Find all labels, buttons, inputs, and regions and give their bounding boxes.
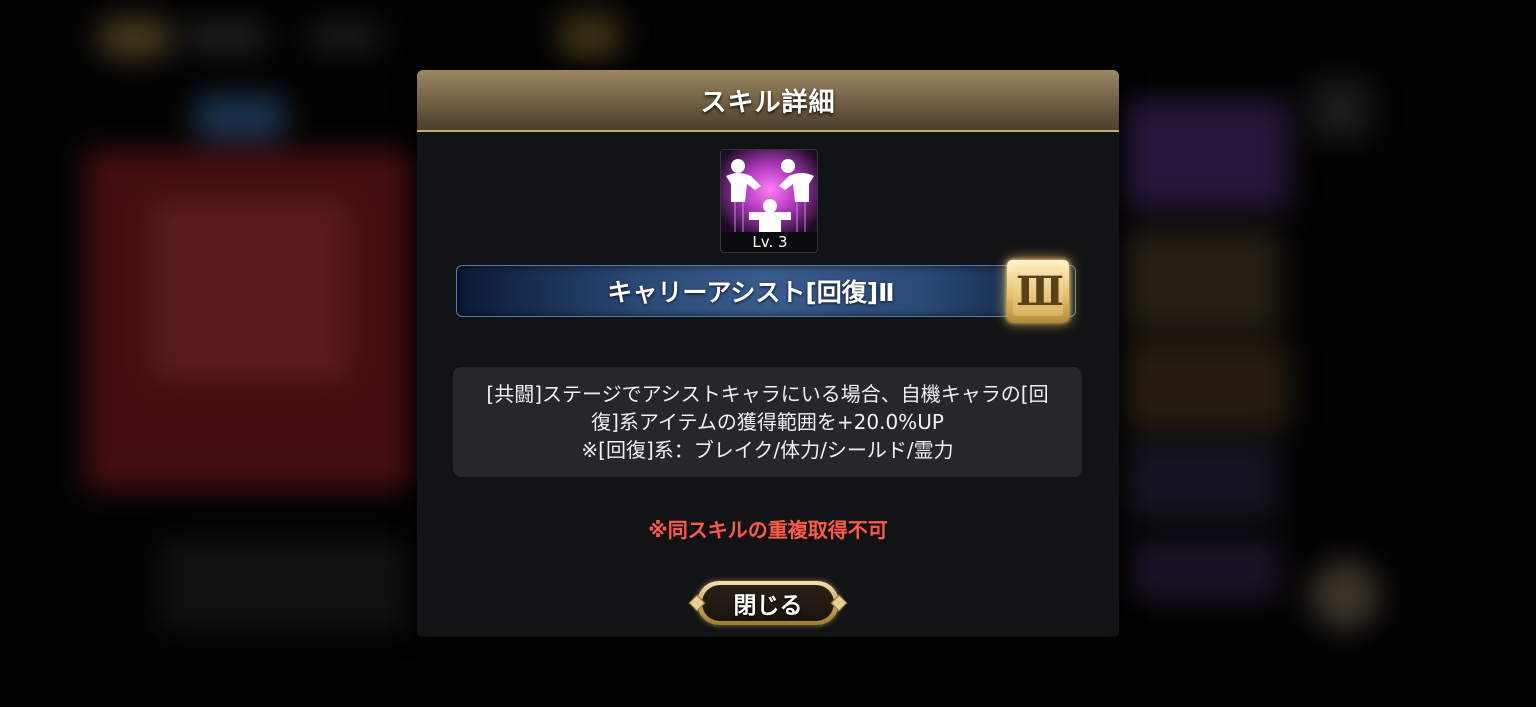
skill-name: キャリーアシスト[回復]Ⅱ	[607, 278, 895, 307]
description-line: [共闘]ステージでアシストキャラにいる場合、自機キャラの[回	[486, 382, 1049, 406]
description-line: 復]系アイテムの獲得範囲を+20.0%UP	[591, 410, 944, 434]
skill-name-bar: キャリーアシスト[回復]Ⅱ	[456, 265, 1076, 317]
rank-badge: III	[1007, 260, 1069, 322]
two-figures-assist-icon	[721, 150, 817, 238]
skill-level-label: Lv. 3	[721, 232, 817, 252]
skill-icon-frame: Lv. 3	[720, 149, 818, 253]
dialog-header: スキル詳細	[417, 70, 1119, 132]
skill-detail-dialog: スキル詳細 Lv. 3 キャリーアシスト[回復]Ⅱ III [共闘]ステージでア…	[417, 70, 1119, 637]
duplicate-warning: ※同スキルの重複取得不可	[648, 518, 888, 542]
dialog-title: スキル詳細	[700, 87, 836, 118]
close-button-label: 閉じる	[733, 593, 803, 619]
rank-numeral: III	[1013, 266, 1064, 316]
skill-description-box: [共闘]ステージでアシストキャラにいる場合、自機キャラの[回 復]系アイテムの獲…	[453, 367, 1082, 477]
description-line: ※[回復]系：ブレイク/体力/シールド/霊力	[581, 438, 954, 462]
close-button[interactable]: 閉じる	[688, 581, 848, 625]
game-screen: スキル詳細 Lv. 3 キャリーアシスト[回復]Ⅱ III [共闘]ステージでア…	[0, 0, 1536, 707]
